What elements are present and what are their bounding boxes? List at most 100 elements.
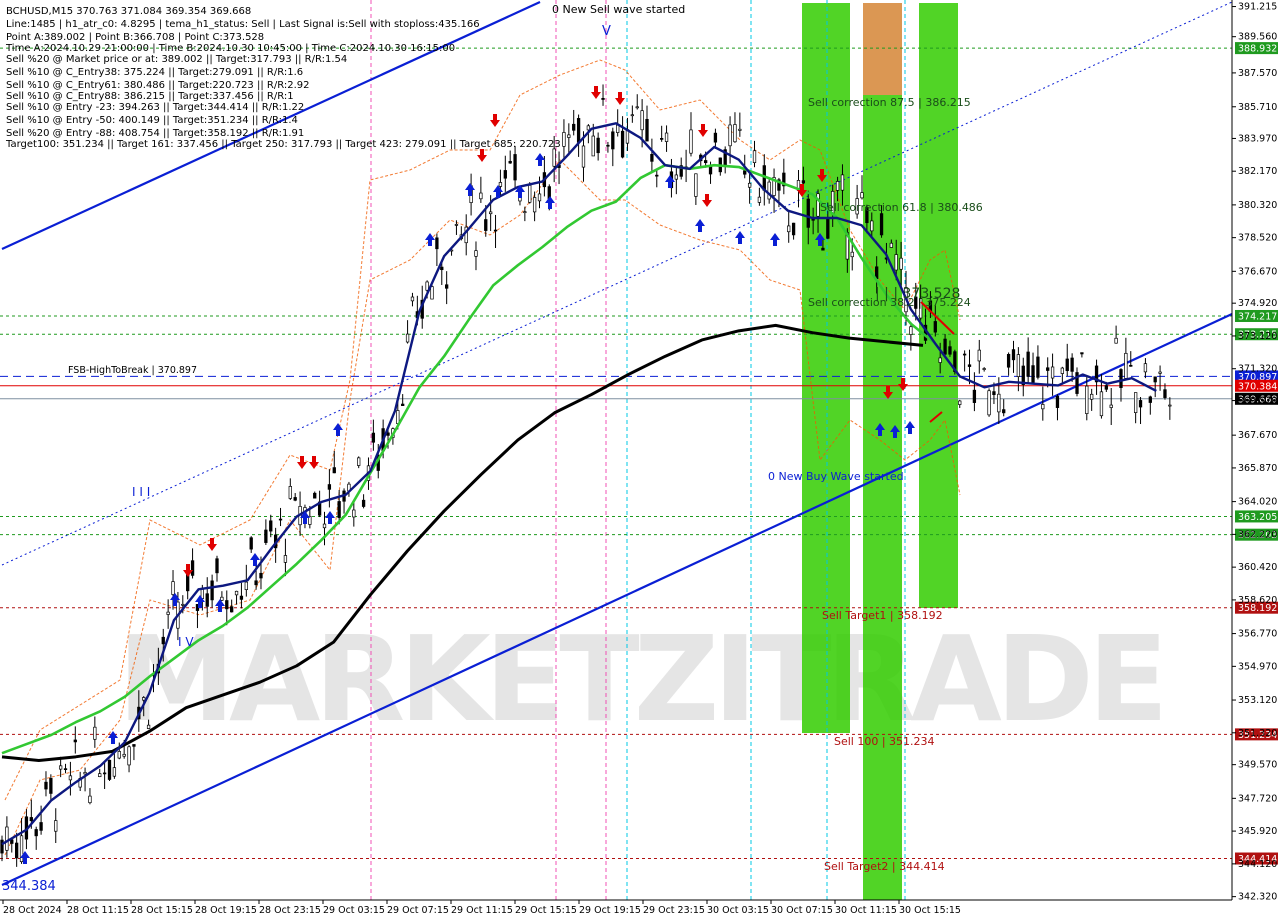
candle-body xyxy=(791,222,796,236)
candle-body xyxy=(938,357,942,363)
candle-body xyxy=(44,781,48,790)
time-tick-label: 29 Oct 15:15 xyxy=(515,905,577,916)
candle-body xyxy=(249,537,253,550)
time-tick-label: 30 Oct 03:15 xyxy=(707,905,769,916)
candle-body xyxy=(606,144,610,147)
candle-body xyxy=(1046,367,1050,371)
candle-body xyxy=(1124,352,1128,379)
fsb-label: FSB-HighToBreak | 370.897 xyxy=(68,365,197,376)
candle-body xyxy=(743,170,747,175)
price-tick-label: 347.720 xyxy=(1238,793,1277,804)
candle-body xyxy=(611,131,615,150)
candle-body xyxy=(181,603,185,606)
candle-body xyxy=(15,842,19,859)
candle-body xyxy=(5,826,9,851)
candle-body xyxy=(225,600,229,610)
price-tick-label: 373.120 xyxy=(1238,331,1277,342)
candle-body xyxy=(410,296,415,302)
candle-body xyxy=(107,759,112,780)
chart-root: MARKETZITRADE 388.932 374.217 373.215 370.8… xyxy=(0,0,1280,920)
price-tick-label: 385.710 xyxy=(1238,102,1277,113)
candle-body xyxy=(958,400,962,405)
price-tick-label: 383.970 xyxy=(1238,133,1277,144)
candle-body xyxy=(283,555,288,563)
candle-body xyxy=(694,173,698,197)
candle-body xyxy=(264,529,268,543)
price-level-label: 370.384 xyxy=(1238,381,1277,392)
candle-body xyxy=(601,97,605,100)
header-line: Sell %10 @ Entry -50: 400.149 || Target:… xyxy=(6,115,298,126)
candle-body xyxy=(987,390,991,416)
candle-body xyxy=(1099,391,1104,417)
candle-body xyxy=(943,338,947,355)
candle-body xyxy=(909,326,913,335)
candle-body xyxy=(1006,353,1011,368)
candle-body xyxy=(234,590,239,596)
sell-wave-label: 0 New Sell wave started xyxy=(552,3,685,16)
candle-body xyxy=(1031,365,1035,383)
time-tick-label: 29 Oct 19:15 xyxy=(579,905,641,916)
header-line: BCHUSD,M15 370.763 371.084 369.354 369.6… xyxy=(6,6,251,17)
candle-body xyxy=(620,130,625,158)
candle-body xyxy=(498,182,503,187)
candle-body xyxy=(1085,385,1089,414)
correction-618-label: Sell correction 61.8 | 380.486 xyxy=(820,201,983,214)
candle-body xyxy=(513,154,517,181)
candle-body xyxy=(1114,337,1118,344)
candle-body xyxy=(54,820,58,832)
candle-body xyxy=(146,724,151,729)
candle-body xyxy=(616,124,620,133)
price-tick-label: 364.020 xyxy=(1238,497,1277,508)
candle-body xyxy=(948,346,952,355)
candle-body xyxy=(361,499,366,507)
candle-body xyxy=(278,518,283,521)
candle-body xyxy=(1065,358,1069,372)
candle-body xyxy=(562,132,566,147)
top-v-label: V xyxy=(602,24,611,39)
price-axis: 391.215 389.560 387.570 385.710 383.970 382.1… xyxy=(1231,0,1277,903)
candle-body xyxy=(112,767,117,777)
price-tick-label: 369.570 xyxy=(1238,396,1277,407)
candle-body xyxy=(1060,367,1065,374)
candle-body xyxy=(1011,349,1016,361)
candle-body xyxy=(713,132,718,143)
candle-body xyxy=(870,220,874,232)
candle-body xyxy=(166,611,170,615)
candle-body xyxy=(39,822,43,831)
candle-body xyxy=(327,484,332,490)
candle-body xyxy=(205,593,209,607)
time-tick-label: 28 Oct 23:15 xyxy=(259,905,321,916)
candle-body xyxy=(982,368,986,370)
candle-body xyxy=(1050,366,1055,379)
candle-body xyxy=(98,773,102,778)
candle-body xyxy=(508,160,512,164)
candle-body xyxy=(484,219,488,231)
candle-body xyxy=(962,353,967,356)
candle-body xyxy=(454,224,459,226)
candle-body xyxy=(63,768,68,771)
candle-body xyxy=(127,746,131,766)
candle-body xyxy=(1055,395,1060,408)
candle-body xyxy=(1016,354,1021,377)
candle-body xyxy=(992,391,996,396)
candle-body xyxy=(430,286,434,300)
header-line: Sell %10 @ C_Entry61: 380.486 || Target:… xyxy=(6,80,309,91)
price-tick-label: 371.320 xyxy=(1238,364,1277,375)
candle-body xyxy=(972,389,977,403)
price-tick-label: 389.560 xyxy=(1238,32,1277,43)
candle-body xyxy=(322,523,327,529)
price-tick-label: 360.420 xyxy=(1238,562,1277,573)
header-line: Sell %20 @ Entry -88: 408.754 || Target:… xyxy=(6,128,304,139)
header-line: Point A:389.002 | Point B:366.708 | Poin… xyxy=(6,32,264,43)
price-tick-label: 342.320 xyxy=(1238,892,1277,903)
candle-body xyxy=(10,839,14,844)
price-tick-label: 351.320 xyxy=(1238,728,1277,739)
price-tick-label: 380.320 xyxy=(1238,200,1277,211)
candle-body xyxy=(860,192,864,199)
time-tick-label: 28 Oct 19:15 xyxy=(195,905,257,916)
price-tick-label: 349.570 xyxy=(1238,760,1277,771)
candle-body xyxy=(567,134,571,138)
candle-body xyxy=(405,333,410,343)
candle-body xyxy=(288,486,292,499)
candle-body xyxy=(239,595,244,600)
